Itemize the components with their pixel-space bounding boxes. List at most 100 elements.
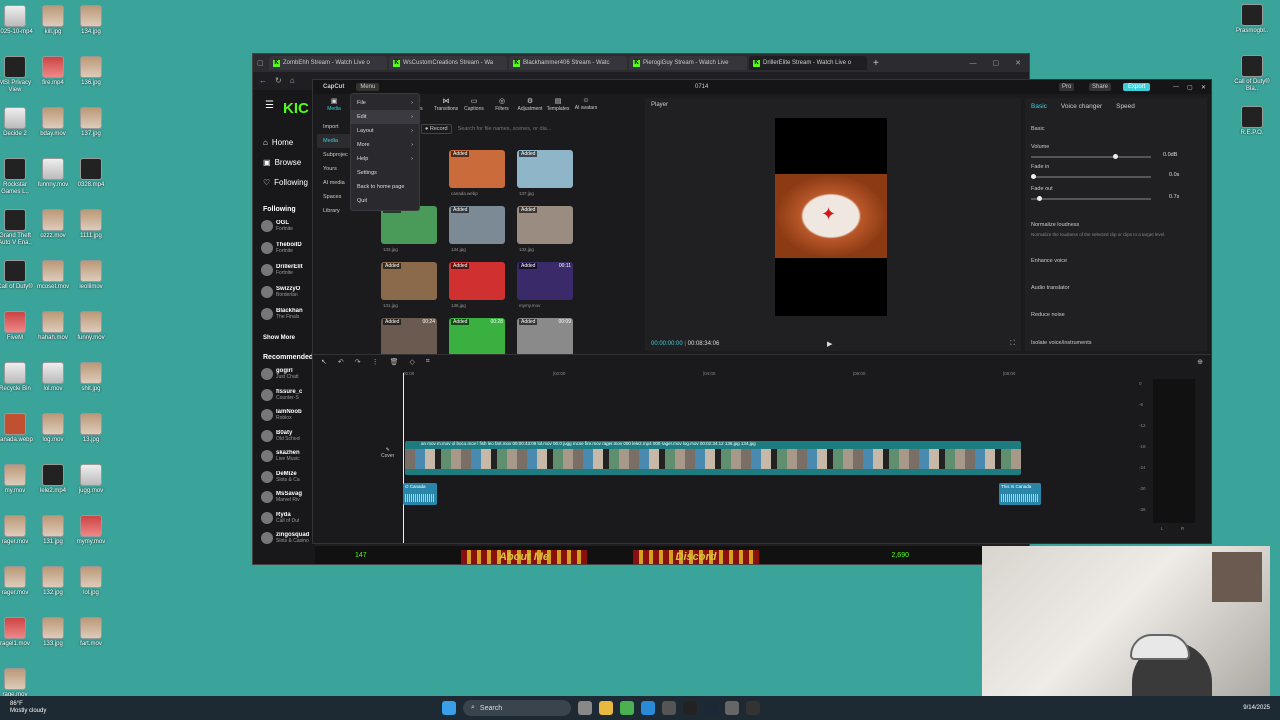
desktop-icon[interactable]: 1111.jpg [71, 209, 111, 240]
browser-tab[interactable]: K PierogiGuy Stream - Watch Live [629, 56, 747, 70]
desktop-icon[interactable]: 133.jpg [33, 617, 73, 648]
fullscreen-icon[interactable]: ⛶ [1010, 340, 1015, 348]
channel-item[interactable]: DeMize Slots & Ca [261, 470, 315, 483]
cover-button[interactable]: ✎ Cover [381, 447, 394, 459]
undo-icon[interactable]: ↶ [338, 358, 344, 366]
maximize-icon[interactable]: ▢ [1187, 84, 1193, 91]
menu-item-more[interactable]: More › [351, 138, 419, 152]
desktop-icon[interactable]: shit.jpg [71, 362, 111, 393]
browser-tab[interactable]: K Blackhammer406 Stream - Watc [509, 56, 627, 70]
toolbar-tab[interactable]: ▣ Media [321, 94, 347, 116]
toolbar-tab[interactable]: ◎ Filters [489, 94, 515, 116]
media-thumbnail[interactable]: Added [381, 206, 437, 244]
desktop-icon[interactable]: 136.jpg [71, 56, 111, 87]
channel-item[interactable]: SwizzyO Borderlan [261, 286, 315, 298]
desktop-icon[interactable]: Call of Duty® Bla.. [1232, 55, 1272, 93]
desktop-icon[interactable]: rage.mov [0, 668, 35, 699]
show-more-link[interactable]: Show More [263, 335, 295, 341]
media-search-input[interactable]: Search for file names, scenes, or dia... [458, 126, 552, 132]
desktop-icon[interactable]: fire.mp4 [33, 56, 73, 87]
props-tab[interactable]: Speed [1116, 103, 1135, 110]
file-explorer-icon[interactable] [599, 701, 613, 715]
desktop-icon[interactable]: fart.mov [71, 617, 111, 648]
hamburger-icon[interactable]: ☰ [265, 100, 274, 111]
desktop-icon[interactable]: 134.jpg [71, 5, 111, 36]
share-button[interactable]: Share [1089, 83, 1112, 91]
desktop-icon[interactable]: MSI Privacy View [0, 56, 35, 94]
app-icon[interactable] [725, 701, 739, 715]
desktop-icon[interactable]: leolilmov [71, 260, 111, 291]
desktop-icon[interactable]: Call of Duty® [0, 260, 35, 291]
tab-list-icon[interactable]: ▢ [257, 59, 267, 67]
task-view-icon[interactable] [578, 701, 592, 715]
desktop-icon[interactable]: my.mov [0, 464, 35, 495]
desktop-icon[interactable]: 132.jpg [33, 566, 73, 597]
desktop-icon[interactable]: lol.jpg [71, 566, 111, 597]
desktop-icon[interactable]: jugg.mov [71, 464, 111, 495]
media-thumbnail[interactable]: Added 00:28 [449, 318, 505, 356]
toolbar-tab[interactable]: ⚙ Adjustment [517, 94, 543, 116]
desktop-icon[interactable]: Prasmogbl.. [1232, 4, 1272, 35]
desktop-icon[interactable]: 13.jpg [71, 413, 111, 444]
toolbar-tab[interactable]: ☺ AI avatars [573, 94, 599, 116]
props-tab[interactable]: Basic [1031, 103, 1047, 110]
shield-icon[interactable]: ◇ [410, 358, 415, 366]
media-thumbnail[interactable]: Added [381, 262, 437, 300]
menu-item-quit[interactable]: Quit [351, 194, 419, 208]
channel-item[interactable]: flssure_c Counter-S [261, 388, 315, 401]
desktop-icon[interactable]: ragel1.mov [0, 617, 35, 648]
reduce-noise-toggle[interactable]: Reduce noise [1031, 312, 1065, 318]
media-thumbnail[interactable]: Added [449, 150, 505, 188]
store-icon[interactable] [662, 701, 676, 715]
nav-browse[interactable]: ▣ Browse [263, 158, 301, 167]
minimize-icon[interactable]: — [970, 60, 977, 67]
desktop-icon[interactable]: bday.mov [33, 107, 73, 138]
desktop-icon[interactable]: canada.webp [0, 413, 35, 444]
desktop-icon[interactable]: funnny.mov [33, 158, 73, 189]
normalize-loudness-toggle[interactable]: Normalize loudness [1031, 222, 1079, 228]
back-icon[interactable]: ← [259, 76, 267, 85]
nav-home[interactable]: ⌂ Home [263, 138, 293, 147]
export-button[interactable]: Export [1123, 83, 1151, 91]
desktop-icon[interactable]: mymy.mov [71, 515, 111, 546]
new-tab-button[interactable]: + [873, 58, 879, 69]
channel-item[interactable]: DrillerElit Fortnite [261, 264, 315, 276]
toolbar-tab[interactable]: ⋈ Transitions [433, 94, 459, 116]
media-thumbnail[interactable]: Added [449, 206, 505, 244]
media-thumbnail[interactable]: Added [517, 150, 573, 188]
volume-value[interactable]: 0.0dB [1163, 152, 1177, 158]
play-button[interactable]: ▶ [827, 340, 832, 348]
split-icon[interactable]: ⋮ [372, 358, 379, 366]
chrome-icon[interactable] [620, 701, 634, 715]
desktop-icon[interactable]: FiveM [0, 311, 35, 342]
channel-item[interactable]: TheboiID Fortnite [261, 242, 315, 254]
timeline-ruler[interactable]: 00:00 |02:00 |04:00 |06:00 |08:00 [403, 371, 1143, 379]
obs-icon[interactable] [746, 701, 760, 715]
media-thumbnail[interactable]: Added 00:09 [517, 318, 573, 356]
close-icon[interactable]: ✕ [1201, 84, 1206, 91]
desktop-icon[interactable]: rager.mov [0, 515, 35, 546]
desktop-icon[interactable]: mcoset.mov [33, 260, 73, 291]
desktop-icon[interactable]: Decide 2 [0, 107, 35, 138]
desktop-icon[interactable]: R.E.P.O. [1232, 106, 1272, 137]
fade-in-slider[interactable] [1031, 174, 1151, 179]
home-icon[interactable]: ⌂ [290, 76, 295, 85]
desktop-icon[interactable]: funny.mov [71, 311, 111, 342]
video-track[interactable]: an mov m.mov ol boco.mov l fish leo fart… [405, 441, 1021, 475]
media-thumbnail[interactable]: Added [449, 262, 505, 300]
desktop-icon[interactable]: log.mov [33, 413, 73, 444]
browser-tab[interactable]: K WsCustomCreations Stream - Wa [389, 56, 507, 70]
toolbar-tab[interactable]: ▭ Captions [461, 94, 487, 116]
channel-item[interactable]: MsSavag Marvel Riv [261, 491, 315, 503]
select-tool-icon[interactable]: ↖ [321, 358, 327, 366]
playhead[interactable] [403, 373, 404, 543]
browser-tab[interactable]: K DrillerElite Stream - Watch Live o [749, 56, 867, 70]
props-tab[interactable]: Voice changer [1061, 103, 1102, 110]
audio-translator-toggle[interactable]: Audio translator [1031, 285, 1070, 291]
capcut-taskbar-icon[interactable] [683, 701, 697, 715]
delete-icon[interactable]: 🗑 [390, 358, 399, 366]
desktop-icon[interactable]: ozzz.mov [33, 209, 73, 240]
close-icon[interactable]: ✕ [1015, 59, 1021, 67]
taskbar-search[interactable]: ⌕ Search [463, 700, 571, 716]
nav-following[interactable]: ♡ Following [263, 178, 308, 187]
